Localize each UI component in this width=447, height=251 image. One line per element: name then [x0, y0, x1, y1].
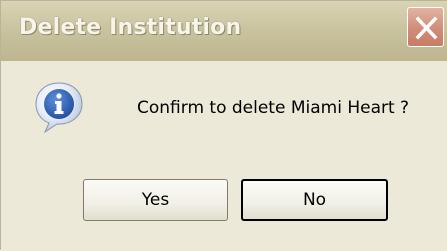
yes-button[interactable]: Yes	[83, 179, 228, 221]
delete-institution-dialog: Delete Institution Confirm to delete Mia…	[0, 0, 447, 251]
dialog-body: Confirm to delete Miami Heart ? Yes No	[1, 61, 447, 251]
dialog-titlebar[interactable]: Delete Institution	[1, 1, 447, 61]
confirmation-message: Confirm to delete Miami Heart ?	[137, 98, 410, 118]
no-button[interactable]: No	[241, 179, 388, 221]
dialog-title: Delete Institution	[19, 15, 242, 40]
close-icon	[415, 16, 438, 40]
information-icon	[35, 82, 83, 134]
close-button[interactable]	[407, 7, 444, 47]
